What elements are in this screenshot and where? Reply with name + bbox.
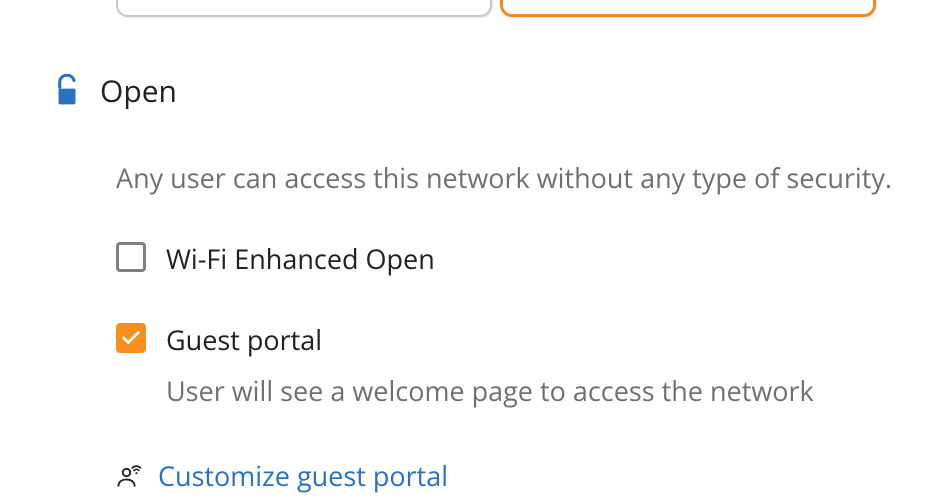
enhanced-open-checkbox[interactable] bbox=[116, 242, 146, 272]
guest-portal-checkbox[interactable] bbox=[116, 323, 146, 353]
customize-portal-link[interactable]: Customize guest portal bbox=[158, 457, 448, 494]
section-heading: Open bbox=[52, 70, 950, 111]
guest-portal-icon bbox=[116, 462, 144, 490]
guest-portal-sublabel: User will see a welcome page to access t… bbox=[166, 372, 814, 409]
enhanced-open-row: Wi-Fi Enhanced Open bbox=[116, 240, 950, 277]
customize-portal-row: Customize guest portal bbox=[116, 457, 950, 494]
tab-password[interactable]: Password bbox=[116, 0, 492, 17]
unlock-icon bbox=[52, 74, 82, 108]
security-tabs: Password Open bbox=[116, 0, 950, 28]
guest-portal-label: Guest portal bbox=[166, 321, 814, 358]
guest-portal-row: Guest portal User will see a welcome pag… bbox=[116, 321, 950, 409]
tab-open[interactable]: Open bbox=[500, 0, 876, 17]
section-description: Any user can access this network without… bbox=[116, 159, 950, 196]
enhanced-open-label: Wi-Fi Enhanced Open bbox=[166, 240, 435, 277]
section-title: Open bbox=[100, 70, 177, 111]
